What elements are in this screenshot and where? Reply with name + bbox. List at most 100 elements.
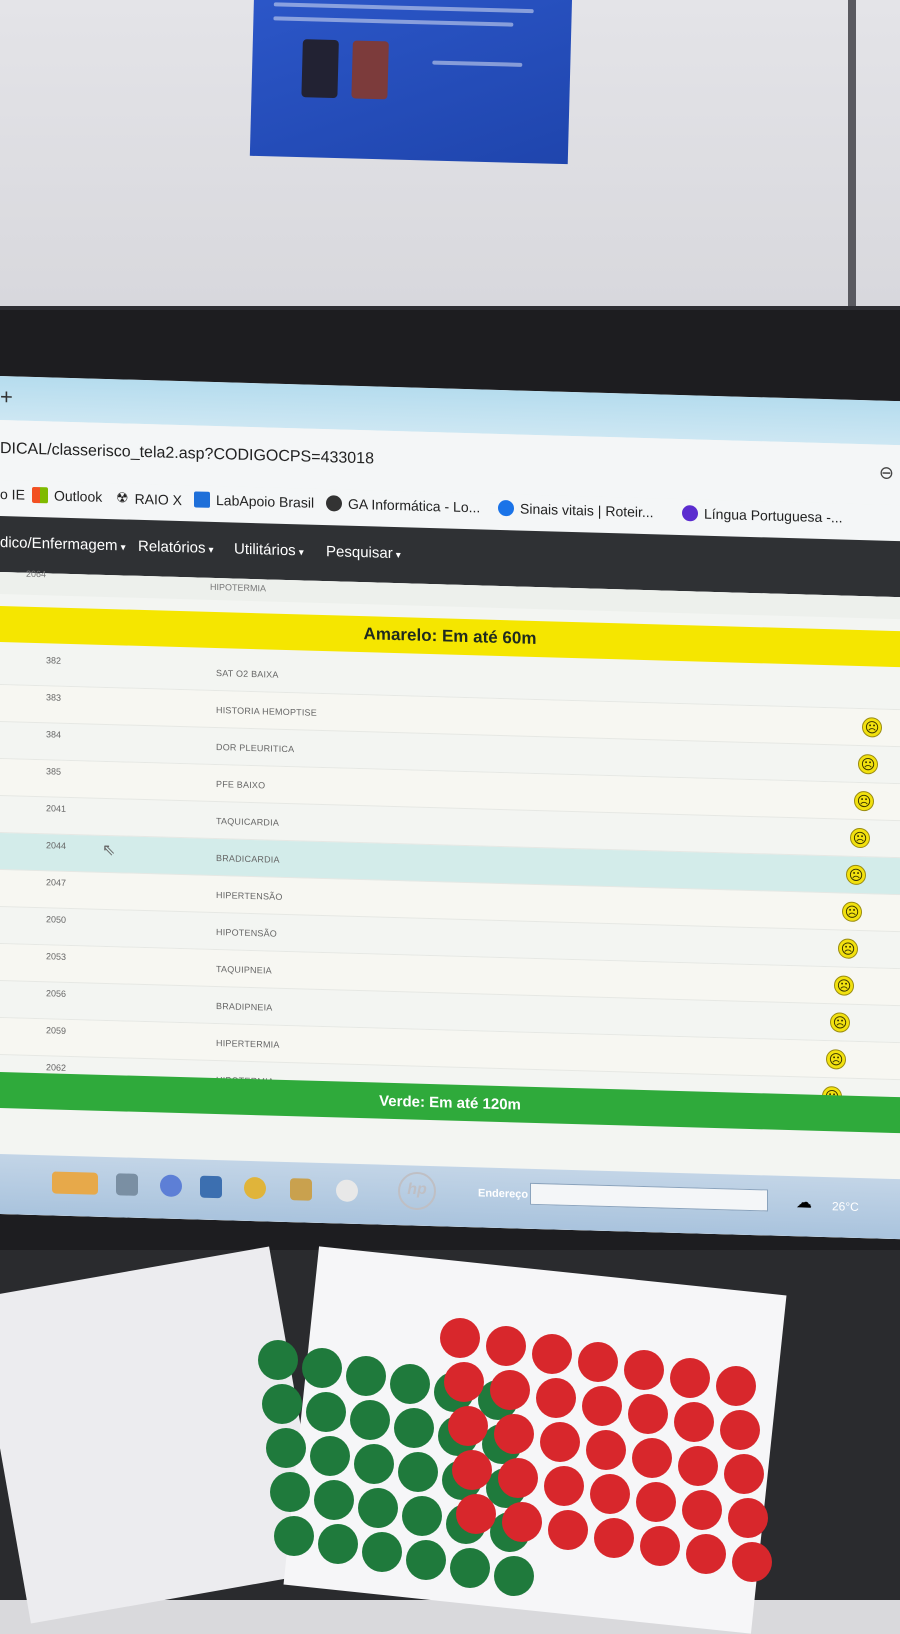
- chrome-icon[interactable]: [244, 1176, 266, 1200]
- nav-utilitarios[interactable]: Utilitários ▾: [234, 541, 304, 560]
- red-sticker-dot: [670, 1358, 710, 1398]
- red-sticker-dot: [456, 1494, 496, 1534]
- green-sticker-dot: [310, 1436, 350, 1476]
- red-sticker-dot: [494, 1414, 534, 1454]
- caret-down-icon: ▾: [395, 550, 401, 562]
- wall-edge: [848, 0, 856, 320]
- row-code: 2047: [46, 877, 67, 888]
- mouse-cursor-icon: ⇖: [102, 841, 116, 860]
- row-desc: DOR PLEURITICA: [216, 742, 295, 755]
- bookmark-ga-informatica[interactable]: GA Informática - Lo...: [326, 495, 480, 515]
- red-sticker-dot: [632, 1438, 672, 1478]
- zoom-icon[interactable]: ⊖: [879, 463, 894, 484]
- bookmark-raio-x[interactable]: ☢ RAIO X: [116, 489, 182, 508]
- bookmark-lingua-portuguesa[interactable]: Língua Portuguesa -...: [682, 505, 843, 526]
- sad-face-icon[interactable]: ☹: [858, 753, 878, 775]
- crest-logo: [351, 40, 389, 100]
- green-sticker-dot: [262, 1384, 302, 1424]
- row-desc: SAT O2 BAIXA: [216, 668, 279, 680]
- row-code: 2053: [46, 951, 67, 962]
- red-sticker-dot: [582, 1386, 622, 1426]
- green-sticker-dot: [362, 1532, 402, 1572]
- url-text[interactable]: DICAL/classerisco_tela2.asp?CODIGOCPS=43…: [0, 440, 374, 468]
- nav-label: dico/Enfermagem: [0, 534, 118, 555]
- green-sticker-dot: [274, 1516, 314, 1556]
- green-sticker-dot: [394, 1408, 434, 1448]
- row-desc: PFE BAIXO: [216, 779, 266, 791]
- row-desc: HIPOTENSÃO: [216, 927, 278, 939]
- windows-logo-icon: [32, 486, 48, 504]
- sad-face-icon[interactable]: ☹: [850, 827, 870, 849]
- row-desc: TAQUICARDIA: [216, 816, 280, 828]
- nav-label: Utilitários: [234, 540, 296, 560]
- red-sticker-dot: [502, 1502, 542, 1542]
- taskbar-app-icon[interactable]: [116, 1173, 138, 1196]
- row-code: 2041: [46, 803, 67, 814]
- caret-down-icon: ▾: [298, 547, 304, 559]
- green-sticker-dot: [306, 1392, 346, 1432]
- bookmark-label: o IE: [0, 486, 25, 503]
- red-sticker-dot: [628, 1394, 668, 1434]
- red-sticker-dot: [720, 1410, 760, 1450]
- red-sticker-dot: [674, 1402, 714, 1442]
- row-desc: HISTORIA HEMOPTISE: [216, 705, 317, 718]
- nav-pesquisar[interactable]: Pesquisar ▾: [326, 543, 401, 562]
- sad-face-icon[interactable]: ☹: [854, 790, 874, 812]
- lab-icon: [194, 491, 210, 508]
- taskbar-app-icon[interactable]: [336, 1179, 358, 1202]
- red-sticker-dot: [678, 1446, 718, 1486]
- red-sticker-dot: [686, 1534, 726, 1574]
- sad-face-icon[interactable]: ☹: [830, 1012, 850, 1033]
- new-tab-icon[interactable]: +: [0, 384, 13, 410]
- taskbar-app-icon[interactable]: [160, 1174, 182, 1198]
- green-sticker-dot: [266, 1428, 306, 1468]
- row-code: 2044: [46, 840, 67, 851]
- row-code: 385: [46, 766, 62, 777]
- red-sticker-dot: [732, 1542, 772, 1582]
- green-sticker-dot: [398, 1452, 438, 1492]
- red-sticker-dot: [586, 1430, 626, 1470]
- taskbar-app-icon[interactable]: [290, 1178, 312, 1201]
- bookmark-outlook[interactable]: Outlook: [32, 486, 102, 505]
- green-sticker-dot: [258, 1340, 298, 1380]
- bookmark-ie[interactable]: o IE: [0, 486, 25, 503]
- red-sticker-dot: [490, 1370, 530, 1410]
- sad-face-icon[interactable]: ☹: [862, 717, 882, 738]
- nav-label: Pesquisar: [326, 543, 393, 562]
- row-code: 2056: [46, 988, 67, 999]
- crest-logo: [301, 39, 339, 99]
- sad-face-icon[interactable]: ☹: [826, 1049, 846, 1070]
- red-sticker-dot: [498, 1458, 538, 1498]
- red-sticker-dot: [578, 1342, 618, 1382]
- monitor-screen: + DICAL/classerisco_tela2.asp?CODIGOCPS=…: [0, 376, 900, 1240]
- green-sticker-dot: [350, 1400, 390, 1440]
- weather-icon: ☁: [796, 1194, 812, 1212]
- red-sticker-dot: [590, 1474, 630, 1514]
- taskbar-app-icon[interactable]: [52, 1171, 98, 1195]
- red-sticker-dot: [728, 1498, 768, 1538]
- red-sticker-dot: [440, 1318, 480, 1358]
- red-sticker-dot: [682, 1490, 722, 1530]
- nav-medico-enfermagem[interactable]: dico/Enfermagem ▾: [0, 534, 126, 555]
- row-code: 2062: [46, 1062, 67, 1073]
- bookmark-label: RAIO X: [134, 490, 183, 508]
- sad-face-icon[interactable]: ☹: [838, 938, 858, 959]
- address-label: Endereço: [478, 1187, 529, 1201]
- wall-poster: [249, 0, 573, 165]
- row-desc: HIPOTERMIA: [210, 581, 267, 594]
- address-field[interactable]: [530, 1182, 768, 1212]
- red-sticker-dot: [624, 1350, 664, 1390]
- green-sticker-dot: [494, 1556, 534, 1596]
- sad-face-icon[interactable]: ☹: [846, 864, 866, 886]
- globe-icon: [326, 495, 342, 512]
- red-sticker-dot: [444, 1362, 484, 1402]
- row-code: 382: [46, 655, 62, 666]
- row-code: 383: [46, 692, 62, 703]
- sad-face-icon[interactable]: ☹: [834, 975, 854, 996]
- bookmark-sinais-vitais[interactable]: Sinais vitais | Roteir...: [498, 499, 654, 520]
- taskbar-app-icon[interactable]: [200, 1175, 222, 1199]
- sad-face-icon[interactable]: ☹: [842, 901, 862, 923]
- bookmark-labapoio[interactable]: LabApoio Brasil: [194, 491, 314, 511]
- nav-relatorios[interactable]: Relatórios ▾: [138, 538, 214, 557]
- row-desc: BRADIPNEIA: [216, 1001, 273, 1013]
